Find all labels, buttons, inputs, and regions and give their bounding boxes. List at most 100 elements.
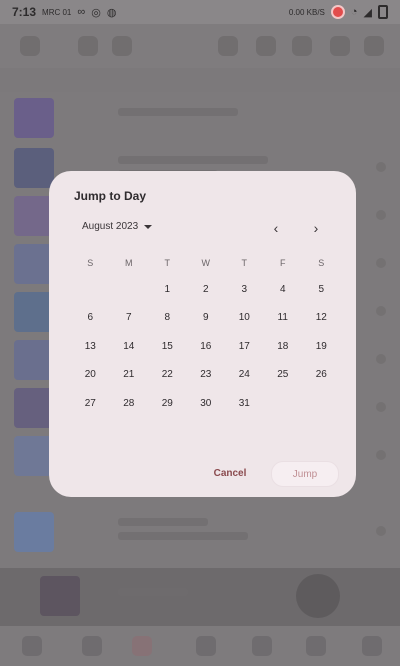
week-row: 1 2 3 4 5 (71, 275, 341, 304)
day-cell[interactable]: 8 (148, 304, 187, 333)
cancel-button[interactable]: Cancel (205, 461, 255, 485)
next-month-button[interactable]: › (304, 216, 328, 240)
thumbnail (14, 98, 54, 138)
thumbnail (14, 148, 54, 188)
day-cell[interactable]: 2 (187, 275, 226, 304)
day-cell-empty (264, 389, 303, 418)
row-line (118, 108, 238, 116)
weekday-label: S (318, 258, 325, 268)
day-cell[interactable]: 24 (225, 361, 264, 390)
day-cell[interactable]: 26 (302, 361, 341, 390)
data-icon: ◍ (106, 6, 117, 19)
day-cell[interactable]: 5 (302, 275, 341, 304)
nav-more-icon (362, 636, 382, 656)
thumbnail (14, 512, 54, 552)
chevron-icon (376, 526, 386, 536)
day-cell[interactable]: 14 (110, 332, 149, 361)
day-cell[interactable]: 3 (225, 275, 264, 304)
weekday-label: T (164, 258, 171, 268)
previous-month-button[interactable]: ‹ (264, 216, 288, 240)
cast-icon: ◎ (91, 6, 101, 19)
background-row (0, 94, 400, 142)
nav-library-icon (132, 636, 152, 656)
day-cell[interactable]: 27 (71, 389, 110, 418)
day-cell[interactable]: 29 (148, 389, 187, 418)
week-row: 13 14 15 16 17 18 19 (71, 332, 341, 361)
day-cell[interactable]: 7 (110, 304, 149, 333)
day-cell[interactable]: 15 (148, 332, 187, 361)
menu-icon (78, 36, 98, 56)
dropdown-caret-icon (144, 224, 153, 229)
row-line (118, 518, 208, 526)
thumbnail (14, 292, 54, 332)
weekday-label: W (201, 258, 211, 268)
day-cell[interactable]: 4 (264, 275, 303, 304)
day-cell[interactable]: 25 (264, 361, 303, 390)
clock: 7:13 (12, 5, 37, 19)
day-cell[interactable]: 1 (148, 275, 187, 304)
battery-icon (378, 5, 388, 19)
day-cell[interactable]: 31 (225, 389, 264, 418)
day-cell[interactable]: 10 (225, 304, 264, 333)
row-line (118, 156, 268, 164)
week-row: 20 21 22 23 24 25 26 (71, 361, 341, 390)
nav-updates-icon (306, 636, 326, 656)
jump-button[interactable]: Jump (271, 461, 339, 487)
dialog-actions: Cancel Jump (49, 461, 356, 489)
link-icon: ∞ (77, 6, 86, 18)
day-cell[interactable]: 13 (71, 332, 110, 361)
chevron-right-icon: › (313, 220, 319, 236)
chevron-icon (376, 258, 386, 268)
nav-history-icon (196, 636, 216, 656)
status-extra: MRC 01 (42, 7, 72, 17)
more-icon (330, 36, 350, 56)
chevron-icon (376, 450, 386, 460)
week-row: 6 7 8 9 10 11 12 (71, 304, 341, 333)
thumbnail (14, 196, 54, 236)
thumbnail (14, 244, 54, 284)
thumbnail (14, 388, 54, 428)
day-cell-empty (302, 389, 341, 418)
day-cell[interactable]: 9 (187, 304, 226, 333)
dialog-title: Jump to Day (74, 189, 147, 203)
day-cell[interactable]: 16 (187, 332, 226, 361)
day-cell[interactable]: 11 (264, 304, 303, 333)
filter-icon (292, 36, 312, 56)
network-speed-unit: KB/S (306, 7, 325, 17)
bottom-nav (0, 626, 400, 666)
day-cell[interactable]: 12 (302, 304, 341, 333)
network-speed: 0.00 KB/S (289, 8, 325, 17)
day-cell[interactable]: 17 (225, 332, 264, 361)
status-right: 0.00 KB/S ◔ ◢ (289, 5, 388, 19)
day-cell[interactable]: 30 (187, 389, 226, 418)
calendar-grid: S M T W T F S 1 2 3 4 5 6 7 8 9 10 11 12 (71, 251, 341, 418)
day-cell[interactable]: 23 (187, 361, 226, 390)
status-bar: 7:13 MRC 01 ∞ ◎ ◍ 0.00 KB/S ◔ ◢ (0, 0, 400, 24)
chevron-icon (376, 306, 386, 316)
chevron-icon (376, 402, 386, 412)
chevron-icon (376, 210, 386, 220)
status-left: 7:13 MRC 01 ∞ ◎ ◍ (12, 5, 116, 19)
day-cell[interactable]: 18 (264, 332, 303, 361)
day-cell[interactable]: 19 (302, 332, 341, 361)
month-year-selector[interactable]: August 2023 (82, 221, 153, 232)
background-row (0, 508, 400, 556)
player-thumbnail (40, 576, 80, 616)
share-icon (364, 36, 384, 56)
day-cell[interactable]: 20 (71, 361, 110, 390)
day-cell[interactable]: 22 (148, 361, 187, 390)
signal-icon: ◢ (363, 6, 372, 19)
weekday-label: F (280, 258, 286, 268)
day-cell[interactable]: 28 (110, 389, 149, 418)
day-cell-empty (71, 275, 110, 304)
day-cell[interactable]: 21 (110, 361, 149, 390)
mini-player (0, 568, 400, 626)
search-icon (218, 36, 238, 56)
day-cell[interactable]: 6 (71, 304, 110, 333)
background-tabs (0, 68, 400, 92)
month-year-label: August 2023 (82, 221, 139, 232)
sort-icon (112, 36, 132, 56)
play-button-icon (296, 574, 340, 618)
chevron-left-icon: ‹ (273, 220, 279, 236)
nav-stats-icon (252, 636, 272, 656)
